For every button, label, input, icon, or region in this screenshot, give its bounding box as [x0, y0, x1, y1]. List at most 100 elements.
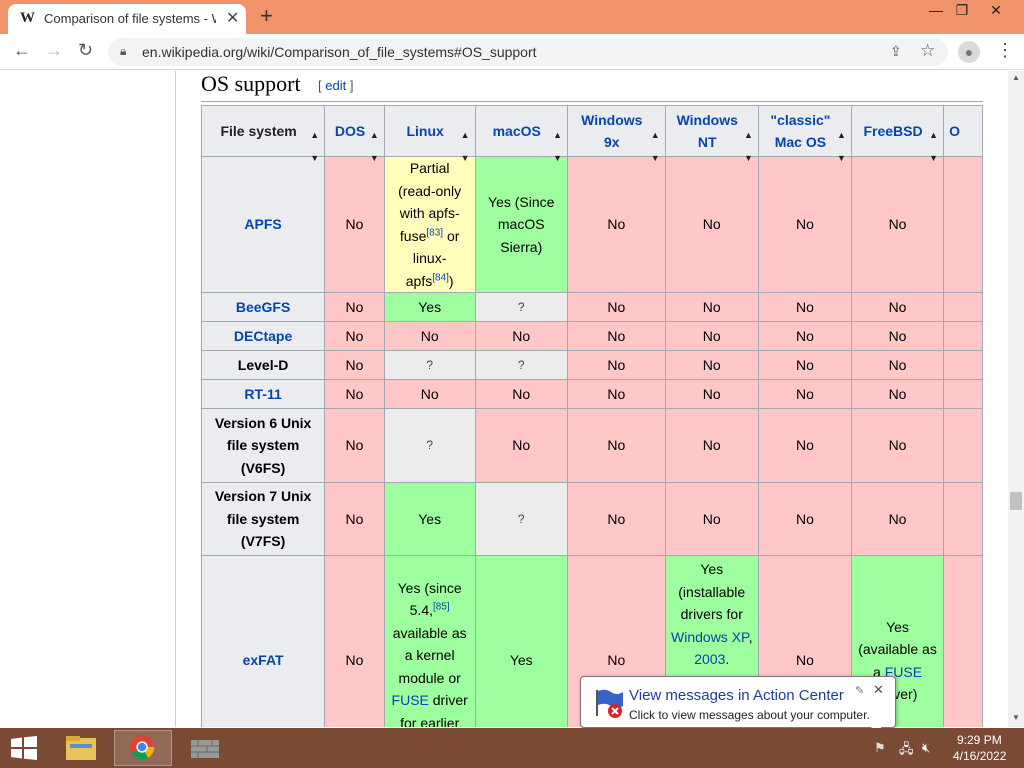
chrome-taskbar-button[interactable]	[114, 730, 172, 766]
tab-close-icon[interactable]: ✕	[226, 8, 239, 28]
notification-text[interactable]: Click to view messages about your comput…	[629, 708, 870, 722]
table-cell: Yes (since 5.4,[85] available as a kerne…	[383, 555, 476, 727]
table-cell: No	[664, 482, 759, 556]
window-close-button[interactable]: ✕	[979, 2, 1013, 22]
address-bar[interactable]: 🔒︎ en.wikipedia.org/wiki/Comparison_of_f…	[108, 38, 948, 66]
notification-close-button[interactable]: ✕	[873, 682, 884, 698]
clock-date[interactable]: 4/16/2022	[953, 749, 1006, 763]
table-row: APFS No Partial (read-only with apfs-fus…	[201, 156, 983, 293]
browser-toolbar: ← → ↻ 🔒︎ en.wikipedia.org/wiki/Compariso…	[0, 34, 1024, 70]
scroll-down-icon[interactable]: ▼	[1012, 713, 1020, 722]
sort-icon[interactable]: ▲ ▼	[310, 124, 319, 169]
table-cell	[943, 408, 983, 483]
sort-icon[interactable]: ▲ ▼	[461, 124, 470, 169]
column-header[interactable]: Windows 9x ▲ ▼	[566, 105, 666, 163]
column-header[interactable]: File system ▲ ▼	[201, 105, 326, 163]
notification-title[interactable]: View messages in Action Center	[629, 687, 844, 704]
new-tab-button[interactable]: +	[260, 3, 273, 29]
table-cell: No	[850, 379, 945, 409]
table-cell: No	[850, 350, 945, 380]
column-header[interactable]: "classic" Mac OS ▲ ▼	[757, 105, 852, 163]
url-text[interactable]: en.wikipedia.org/wiki/Comparison_of_file…	[142, 44, 537, 60]
browser-tab[interactable]: W Comparison of file systems - Wik ✕	[8, 4, 246, 34]
row-header: DECtape	[201, 321, 326, 351]
table-cell: Yes	[383, 482, 476, 556]
windows-start-icon[interactable]	[10, 736, 38, 760]
scroll-up-icon[interactable]: ▲	[1012, 73, 1020, 82]
back-arrow-icon[interactable]: ←	[13, 40, 31, 61]
table-cell	[943, 321, 983, 351]
file-explorer-taskbar-button[interactable]	[52, 730, 110, 766]
column-header[interactable]: Windows NT ▲ ▼	[664, 105, 759, 163]
table-cell: No	[324, 321, 385, 351]
row-header: Version 7 Unix file system (V7FS)	[201, 482, 326, 556]
table-cell: ?	[474, 482, 568, 556]
chrome-icon	[129, 734, 155, 760]
tab-title: Comparison of file systems - Wik	[44, 11, 216, 26]
table-cell: No	[757, 350, 852, 380]
profile-avatar-icon[interactable]: ●	[958, 41, 980, 63]
table-cell	[943, 482, 983, 556]
sort-icon[interactable]: ▲ ▼	[744, 124, 753, 169]
table-cell: No	[566, 350, 666, 380]
share-icon[interactable]: ⇪	[890, 43, 902, 60]
app-icon	[191, 740, 219, 758]
table-cell: No	[324, 350, 385, 380]
content-border	[175, 71, 176, 727]
action-center-notification[interactable]: View messages in Action Center Click to …	[580, 676, 896, 737]
column-header[interactable]: FreeBSD ▲ ▼	[850, 105, 945, 163]
browser-menu-icon[interactable]: ⋮	[996, 40, 1014, 61]
sort-icon[interactable]: ▲ ▼	[929, 124, 938, 169]
volume-muted-icon[interactable]: 🔇︎	[922, 740, 930, 756]
table-cell: No	[850, 482, 945, 556]
sort-icon[interactable]: ▲ ▼	[837, 124, 846, 169]
table-cell: ?	[474, 350, 568, 380]
table-cell: No	[850, 292, 945, 322]
table-cell: No	[850, 156, 945, 293]
lock-icon[interactable]: 🔒︎	[120, 44, 126, 59]
table-cell: No	[757, 482, 852, 556]
column-header[interactable]: O	[943, 105, 983, 157]
section-heading: OS support	[201, 71, 301, 96]
table-cell	[943, 292, 983, 322]
edit-link[interactable]: edit	[325, 78, 346, 93]
row-header: Level-D	[201, 350, 326, 380]
network-icon[interactable]: 🖧︎	[899, 740, 914, 762]
table-cell: No	[757, 408, 852, 483]
table-cell: No	[324, 379, 385, 409]
file-explorer-icon	[66, 736, 96, 760]
scrollbar-thumb[interactable]	[1010, 492, 1022, 510]
os-support-table-wrapper: File system ▲ ▼ DOS ▲ ▼ Linux ▲ ▼ macOS ▲ ▼ Wind…	[201, 105, 983, 727]
table-row: Version 7 Unix file system (V7FS) No Yes…	[201, 482, 983, 556]
reload-icon[interactable]: ↻	[78, 40, 93, 61]
table-cell: No	[324, 408, 385, 483]
sort-icon[interactable]: ▲ ▼	[553, 124, 562, 169]
table-cell: No	[757, 379, 852, 409]
table-cell: No	[566, 482, 666, 556]
action-center-flag-icon	[596, 689, 623, 718]
table-cell: No	[566, 321, 666, 351]
column-header[interactable]: macOS ▲ ▼	[474, 105, 568, 163]
clock-time[interactable]: 9:29 PM	[957, 733, 1002, 747]
sort-icon[interactable]: ▲ ▼	[651, 124, 660, 169]
taskbar: ⚑ 🖧︎ 🔇︎ 9:29 PM 4/16/2022	[0, 728, 1024, 768]
table-cell: No	[850, 408, 945, 483]
row-header: Version 6 Unix file system (V6FS)	[201, 408, 326, 483]
app-taskbar-button[interactable]	[176, 730, 234, 766]
os-support-table: File system ▲ ▼ DOS ▲ ▼ Linux ▲ ▼ macOS ▲ ▼ Wind…	[201, 105, 983, 727]
table-cell: No	[850, 321, 945, 351]
table-row: Level-D No ? ? No No No No	[201, 350, 983, 380]
window-maximize-button[interactable]: ❐	[945, 2, 979, 22]
action-center-tray-icon[interactable]: ⚑	[874, 740, 886, 756]
wikipedia-favicon-icon: W	[20, 10, 35, 26]
vertical-scrollbar[interactable]: ▲ ▼	[1008, 71, 1024, 727]
table-cell: No	[664, 379, 759, 409]
bookmark-star-icon[interactable]: ☆	[920, 41, 935, 61]
column-header[interactable]: Linux ▲ ▼	[383, 105, 476, 163]
table-cell: ?	[474, 292, 568, 322]
column-header[interactable]: DOS ▲ ▼	[324, 105, 385, 163]
sort-icon[interactable]: ▲ ▼	[370, 124, 379, 169]
forward-arrow-icon[interactable]: →	[45, 40, 63, 61]
table-row: Version 6 Unix file system (V6FS) No ? N…	[201, 408, 983, 483]
table-cell: No	[664, 408, 759, 483]
